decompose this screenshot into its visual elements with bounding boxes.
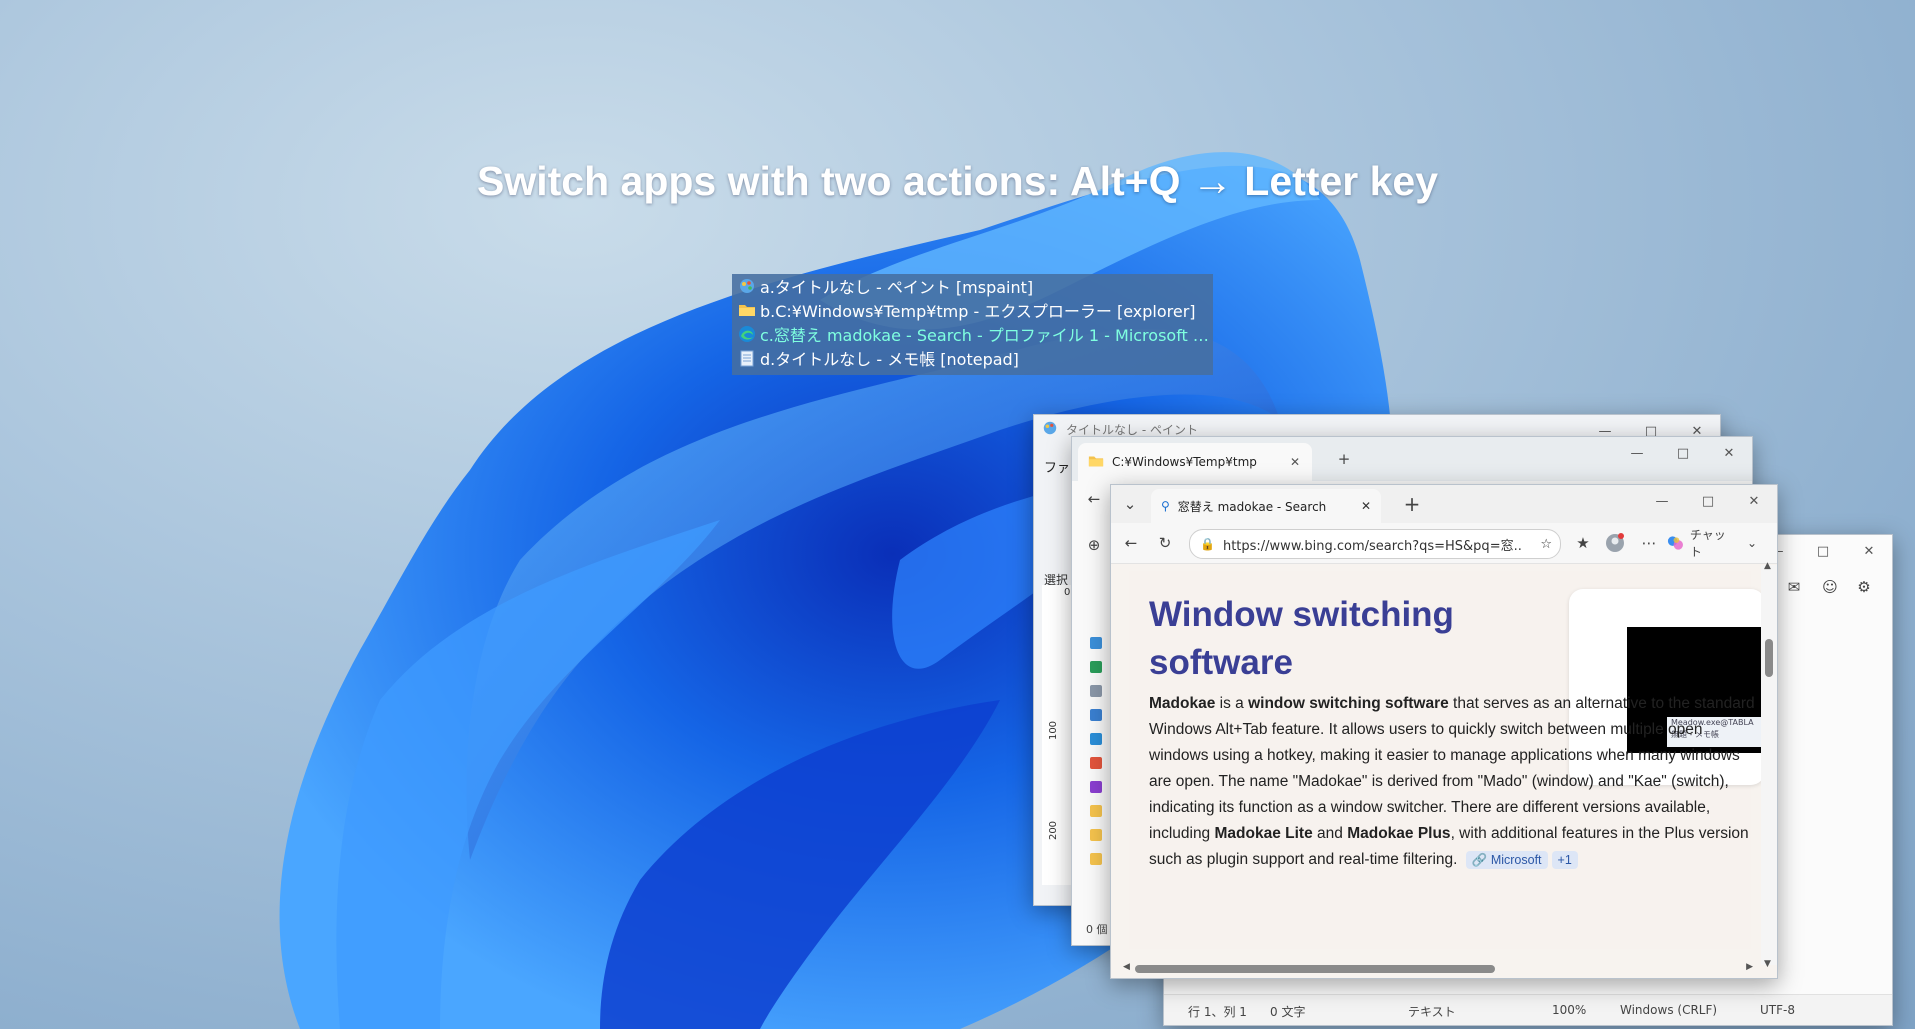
copilot-chat-button[interactable]: チャット ⌄: [1667, 528, 1757, 559]
media-icon[interactable]: [1090, 781, 1102, 793]
switcher-item-b[interactable]: b.C:¥Windows¥Temp¥tmp - エクスプローラー [explor…: [732, 298, 1213, 322]
close-button[interactable]: ✕: [1731, 485, 1777, 517]
horizontal-scrollbar[interactable]: ◀ ▶: [1123, 962, 1753, 974]
folder-icon[interactable]: [1090, 805, 1102, 817]
paint-app-icon: [1042, 420, 1058, 439]
app-switcher: a.タイトルなし - ペイント [mspaint] b.C:¥Windows¥T…: [732, 274, 1213, 375]
scroll-thumb[interactable]: [1765, 639, 1773, 677]
tab-actions-chevron-icon[interactable]: ⌄: [1119, 493, 1141, 515]
minimize-button[interactable]: —: [1614, 437, 1660, 469]
edge-tabbar: ⌄ ⚲ 窓替え madokae - Search ✕ + — □ ✕: [1111, 485, 1777, 523]
close-tab-icon[interactable]: ✕: [1361, 499, 1371, 513]
chevron-down-icon: ⌄: [1746, 536, 1757, 550]
notepad-icon: [738, 349, 756, 367]
switcher-item-label: b.C:¥Windows¥Temp¥tmp - エクスプローラー [explor…: [760, 302, 1196, 321]
switcher-item-label: c.窓替え madokae - Search - プロファイル 1 - Micr…: [760, 326, 1213, 345]
edge-toolbar: ← ↻ 🔒 https://www.bing.com/search?qs=HS&…: [1111, 523, 1777, 564]
paint-icon: [738, 277, 756, 295]
new-tab-icon[interactable]: +: [1334, 449, 1354, 469]
switcher-item-label: d.タイトルなし - メモ帳 [notepad]: [760, 350, 1019, 369]
explorer-nav-pane: [1090, 637, 1110, 877]
documents-icon[interactable]: [1090, 685, 1102, 697]
result-paragraph: Madokae is a window switching software t…: [1149, 695, 1755, 869]
switcher-item-a[interactable]: a.タイトルなし - ペイント [mspaint]: [732, 274, 1213, 298]
url-text: https://www.bing.com/search?qs=HS&pq=窓..…: [1222, 538, 1523, 554]
explorer-tab-title: C:¥Windows¥Temp¥tmp: [1112, 455, 1257, 469]
search-icon: ⚲: [1161, 499, 1170, 513]
switcher-item-d[interactable]: d.タイトルなし - メモ帳 [notepad]: [732, 346, 1213, 370]
notepad-statusbar: 行 1、列 1 0 文字 テキスト 100% Windows (CRLF) UT…: [1164, 994, 1892, 1025]
videos-icon[interactable]: [1090, 757, 1102, 769]
close-tab-icon[interactable]: ✕: [1290, 455, 1300, 469]
ruler-tick: 0: [1064, 587, 1071, 598]
status-position: 行 1、列 1: [1188, 1005, 1247, 1019]
minimize-button[interactable]: —: [1639, 485, 1685, 517]
profile-avatar[interactable]: [1603, 531, 1627, 555]
status-eol[interactable]: Windows (CRLF): [1620, 1003, 1717, 1017]
edge-window[interactable]: ⌄ ⚲ 窓替え madokae - Search ✕ + — □ ✕ ← ↻ 🔒…: [1110, 484, 1778, 979]
copilot-icon: [1667, 536, 1683, 550]
close-button[interactable]: ✕: [1846, 535, 1892, 567]
refresh-icon[interactable]: ↻: [1153, 531, 1177, 555]
switcher-item-label: a.タイトルなし - ペイント [mspaint]: [760, 278, 1034, 297]
feedback-icon[interactable]: ✉: [1784, 577, 1804, 597]
explorer-status: 0 個: [1086, 923, 1108, 936]
maximize-button[interactable]: □: [1660, 437, 1706, 469]
status-encoding[interactable]: UTF-8: [1760, 1003, 1795, 1017]
site-info-icon[interactable]: 🔒: [1200, 537, 1215, 551]
link-icon: 🔗: [1471, 853, 1488, 867]
pictures-icon[interactable]: [1090, 709, 1102, 721]
address-bar[interactable]: 🔒 https://www.bing.com/search?qs=HS&pq=窓…: [1189, 529, 1561, 559]
back-arrow-icon[interactable]: ←: [1084, 489, 1104, 509]
close-button[interactable]: ✕: [1706, 437, 1752, 469]
favorites-icon[interactable]: ★: [1571, 531, 1595, 555]
vertical-scrollbar[interactable]: ▲ ▼: [1761, 561, 1777, 969]
maximize-button[interactable]: □: [1685, 485, 1731, 517]
headline: Switch apps with two actions: Alt+Q → Le…: [477, 158, 1438, 204]
status-type: テキスト: [1408, 1005, 1456, 1019]
explorer-tab[interactable]: C:¥Windows¥Temp¥tmp ✕: [1078, 443, 1312, 481]
ruler-tick: 100: [1048, 720, 1060, 741]
explorer-tabbar: C:¥Windows¥Temp¥tmp ✕ + — □ ✕: [1072, 437, 1752, 481]
download-icon[interactable]: [1090, 661, 1102, 673]
folder-icon[interactable]: [1090, 853, 1102, 865]
desktop-icon[interactable]: [1090, 637, 1102, 649]
search-result-card: Window switching software Meadow.exe@TAB…: [1129, 571, 1765, 949]
ruler-tick: 200: [1048, 820, 1060, 841]
source-chip[interactable]: 🔗 Microsoft: [1465, 851, 1548, 869]
paint-title: タイトルなし - ペイント: [1066, 422, 1198, 437]
edge-tab[interactable]: ⚲ 窓替え madokae - Search ✕: [1151, 489, 1381, 523]
edge-icon: [738, 325, 756, 343]
more-sources-chip[interactable]: +1: [1551, 851, 1578, 869]
folder-icon: [1088, 453, 1104, 472]
scroll-thumb[interactable]: [1135, 965, 1495, 973]
folder-icon: [738, 301, 756, 319]
result-heading: Window switching software: [1149, 595, 1454, 682]
favorite-star-icon[interactable]: ☆: [1540, 537, 1552, 552]
add-icon[interactable]: ⊕: [1084, 535, 1104, 555]
maximize-button[interactable]: □: [1800, 535, 1846, 567]
back-arrow-icon[interactable]: ←: [1119, 531, 1143, 555]
status-zoom[interactable]: 100%: [1552, 1003, 1586, 1017]
account-icon[interactable]: ☺: [1820, 577, 1840, 597]
switcher-item-c[interactable]: c.窓替え madokae - Search - プロファイル 1 - Micr…: [732, 322, 1213, 346]
music-icon[interactable]: [1090, 733, 1102, 745]
folder-icon[interactable]: [1090, 829, 1102, 841]
status-chars: 0 文字: [1270, 1005, 1306, 1019]
gear-icon[interactable]: ⚙: [1854, 577, 1874, 597]
new-tab-icon[interactable]: +: [1401, 492, 1423, 516]
edge-tab-title: 窓替え madokae - Search: [1177, 499, 1327, 514]
more-icon[interactable]: ⋯: [1637, 531, 1661, 555]
